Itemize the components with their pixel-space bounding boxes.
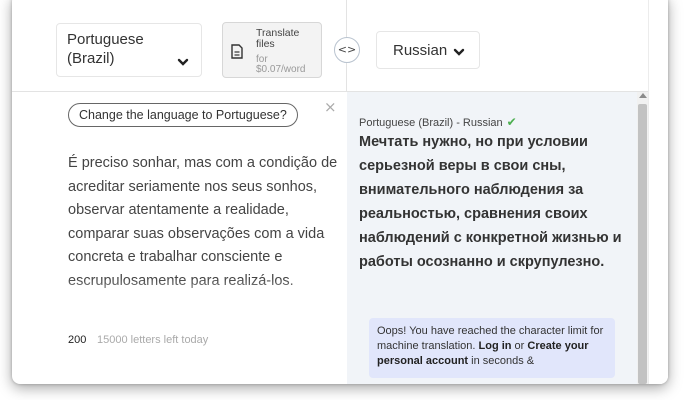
login-link[interactable]: Log in [479,340,512,352]
text-fade-overlay [56,278,346,318]
target-language-label: Russian [393,42,448,59]
notice-text-2: or [511,340,528,352]
source-text-input[interactable]: É preciso sonhar, mas com a condição de … [68,152,342,293]
translate-files-title: Translate files [256,27,300,50]
language-pair-label: Portuguese (Brazil) - Russian ✔ [359,115,517,129]
close-icon[interactable]: × [324,98,337,116]
change-language-button[interactable]: Change the language to Portuguese? [68,103,298,127]
translation-pane: Portuguese (Brazil) - Russian ✔ Мечтать н… [347,92,637,384]
translate-files-price: for $0.07/word [256,54,306,75]
scrollbar-thumb[interactable] [638,104,647,384]
check-icon: ✔ [506,115,517,129]
scroll-up-arrow-icon[interactable] [639,93,647,98]
translator-card: Portuguese (Brazil) Translate files for … [12,0,668,384]
target-language-select[interactable]: Russian [376,31,480,69]
translation-output: Мечтать нужно, но при условии серьезной … [359,134,622,270]
translate-files-button[interactable]: Translate files for $0.07/word [222,22,322,78]
chevron-down-icon [177,58,189,66]
source-pane: Change the language to Portuguese? × É p… [56,92,346,384]
source-language-select[interactable]: Portuguese (Brazil) [56,23,202,77]
notice-text-3: in seconds & [468,355,535,367]
character-limit-notice: Oops! You have reached the character lim… [369,318,615,378]
chevron-down-icon [453,48,465,56]
source-language-label: Portuguese (Brazil) [67,31,144,67]
character-count: 200 [68,334,87,346]
document-icon [231,44,243,59]
card-right-edge [648,0,668,384]
language-pair-text: Portuguese (Brazil) - Russian [359,117,503,129]
scrollbar[interactable] [637,92,648,384]
swap-languages-icon[interactable]: <> [334,37,360,63]
letters-left-text: 15000 letters left today [97,334,209,346]
language-bar: Portuguese (Brazil) Translate files for … [12,0,668,92]
